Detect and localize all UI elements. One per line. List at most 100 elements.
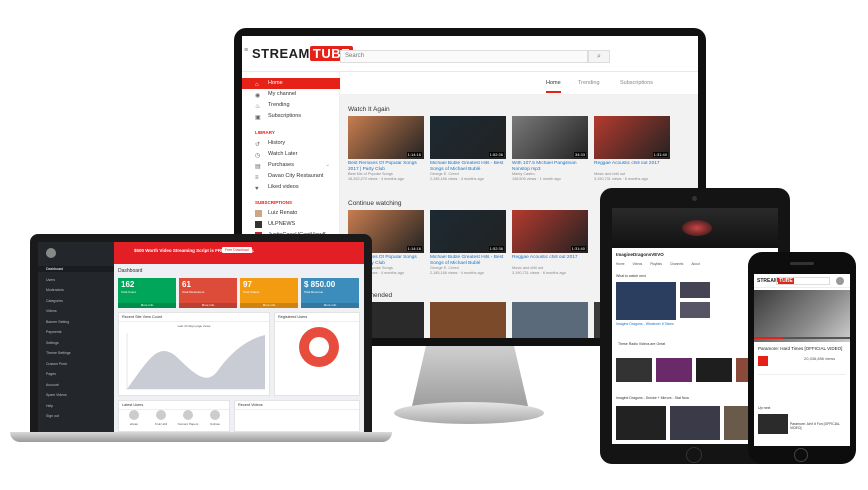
video-thumbnail[interactable]: 1:14:16 [348, 116, 424, 159]
nav-item[interactable]: Payments [46, 330, 62, 334]
panel-title: Recent Videos [235, 401, 359, 410]
logo[interactable]: STREAMTUBE [252, 46, 354, 61]
tab-bar: Home Trending Subscriptions [340, 72, 698, 94]
nav-item[interactable]: Sign out [46, 414, 59, 418]
video-thumbnail[interactable] [680, 302, 710, 318]
sidebar-item-trending[interactable]: ♨ Trending [242, 100, 340, 111]
video-thumbnail[interactable] [616, 358, 652, 382]
nav-item[interactable]: Categories [46, 299, 63, 303]
sidebar-item-watch-later[interactable]: ◷ Watch Later [242, 149, 340, 160]
search-input[interactable]: Search [776, 277, 830, 285]
video-card[interactable]: 1:14:16 Best Remixes Of Popular Songs 201… [348, 116, 424, 182]
search-icon[interactable]: ⌕ [588, 50, 610, 63]
menu-icon[interactable]: ≡ [244, 47, 248, 54]
tab-videos[interactable]: Videos [633, 262, 643, 268]
search-input[interactable]: Search [340, 50, 588, 63]
nav-item[interactable]: Spam Videos [46, 393, 67, 397]
next-video-title[interactable]: Paramore: Ain't It Fun [OFFICIAL VIDEO] [790, 422, 846, 430]
nav-item[interactable]: Videos [46, 309, 57, 313]
nav-item[interactable]: Moderators [46, 288, 64, 292]
nav-item[interactable]: Settings [46, 341, 59, 345]
video-card[interactable]: 1:31:40 Reggae Acoustic chill out 2017 Mus… [512, 210, 588, 276]
video-thumbnail[interactable] [670, 406, 720, 440]
view-count: 2,185,166 views [430, 177, 458, 181]
user-tile[interactable]: Nomani Papers [175, 410, 201, 426]
free-download-button[interactable]: Free Download [222, 247, 252, 253]
stat-box: 162 Total Users More info [118, 278, 176, 308]
video-thumbnail[interactable]: 1:31:40 [594, 116, 670, 159]
sidebar-item-liked[interactable]: ♥ Liked videos [242, 182, 340, 193]
video-thumbnail[interactable] [512, 302, 588, 338]
nav-item[interactable]: Pages [46, 372, 56, 376]
sidebar-item-history[interactable]: ↺ History [242, 138, 340, 149]
sidebar-item-subscription[interactable]: Luiz Renato [242, 208, 340, 219]
tab-home[interactable]: Home [616, 262, 625, 268]
video-thumbnail[interactable]: 1:31:40 [512, 210, 588, 253]
nav-item[interactable]: Account [46, 383, 59, 387]
user-tile[interactable]: Kolinas [202, 410, 228, 426]
sidebar-item-purchases[interactable]: ▤ Purchases ⌄ [242, 160, 340, 171]
tab-home[interactable]: Home [546, 80, 561, 93]
user-tile[interactable]: Kruiz abil [148, 410, 174, 426]
user-tile[interactable]: ahsan [121, 410, 147, 426]
more-info-link[interactable]: More info [179, 303, 237, 308]
video-thumbnail[interactable]: 1:52:36 [430, 116, 506, 159]
divider [758, 374, 846, 375]
video-title[interactable]: Imagine Dragons - Smoke + Mirrors - Stat… [616, 396, 689, 400]
nav-item[interactable]: Custom Push [46, 362, 67, 366]
channel-avatar[interactable] [758, 356, 768, 366]
nav-item[interactable]: Banner Setting [46, 320, 69, 324]
video-title[interactable]: Michael Bublé Greatest Hits - Best Songs… [430, 161, 506, 172]
video-card[interactable]: 34:33 With 107.5 Michael Pangilinan Nonst… [512, 116, 588, 182]
video-thumbnail[interactable] [616, 406, 666, 440]
avatar[interactable] [836, 277, 844, 285]
video-thumbnail[interactable]: 1:52:36 [430, 210, 506, 253]
stat-label: Total Users [121, 290, 137, 294]
nav-item[interactable]: Theme Settings [46, 351, 71, 355]
video-player[interactable] [754, 290, 850, 342]
sidebar-label: My channel [268, 91, 297, 97]
video-title[interactable]: Michael Bublé Greatest Hits - Best Songs… [430, 255, 506, 266]
stat-box: 97 Total Videos More info [240, 278, 298, 308]
video-thumbnail[interactable] [430, 302, 506, 338]
tab-about[interactable]: About [691, 262, 699, 268]
sidebar-item-home[interactable]: ⌂ Home [242, 78, 340, 89]
video-card[interactable]: 1:52:36 Michael Bublé Greatest Hits - Bes… [430, 116, 506, 182]
video-title[interactable]: Reggae Acoustic chill out 2017 [594, 161, 670, 172]
more-info-link[interactable]: More info [240, 303, 298, 308]
tab-playlists[interactable]: Playlists [650, 262, 662, 268]
tab-channels[interactable]: Channels [670, 262, 683, 268]
video-title[interactable]: Reggae Acoustic chill out 2017 [512, 255, 588, 266]
featured-video[interactable] [616, 282, 676, 320]
sidebar-item-playlist[interactable]: ≡ Davao City Restaurant [242, 171, 340, 182]
more-info-link[interactable]: More info [301, 303, 359, 308]
sidebar-item-subscriptions[interactable]: ▣ Subscriptions [242, 111, 340, 122]
video-thumbnail[interactable] [758, 414, 788, 434]
video-card[interactable]: 1:52:36 Michael Bublé Greatest Hits - Bes… [430, 210, 506, 276]
stat-label: Total Moderators [182, 290, 205, 294]
progress-track[interactable] [754, 337, 850, 339]
video-thumbnail[interactable] [680, 282, 710, 298]
avatar [183, 410, 193, 420]
video-title[interactable]: With 107.5 Michael Pangilinan Nonstop mp… [512, 161, 588, 172]
sidebar-item-my-channel[interactable]: ◉ My channel [242, 89, 340, 100]
tab-trending[interactable]: Trending [578, 80, 600, 86]
stat-value: 162 [121, 280, 135, 289]
more-info-link[interactable]: More info [118, 303, 176, 308]
sidebar-item-subscription[interactable]: ULPNEWS [242, 219, 340, 230]
video-title[interactable]: Best Remixes Of Popular Songs 2017 | Par… [348, 161, 424, 172]
video-card[interactable]: 1:31:40 Reggae Acoustic chill out 2017 Mus… [594, 116, 670, 182]
featured-title[interactable]: Imagine Dragons - Whatever It Takes [616, 322, 676, 326]
video-thumbnail[interactable] [656, 358, 692, 382]
video-thumbnail[interactable] [696, 358, 732, 382]
video-thumbnail[interactable]: 34:33 [512, 116, 588, 159]
tab-subscriptions[interactable]: Subscriptions [620, 80, 653, 86]
library-heading: LIBRARY [255, 130, 275, 135]
home-button[interactable] [686, 447, 702, 463]
nav-item[interactable]: Users [46, 278, 55, 282]
nav-item[interactable]: Help [46, 404, 53, 408]
nav-item[interactable]: Dashboard [46, 267, 63, 271]
sidebar-label: Liked videos [268, 184, 299, 190]
home-button[interactable] [794, 448, 808, 462]
chevron-down-icon[interactable]: ⌄ [325, 160, 330, 171]
